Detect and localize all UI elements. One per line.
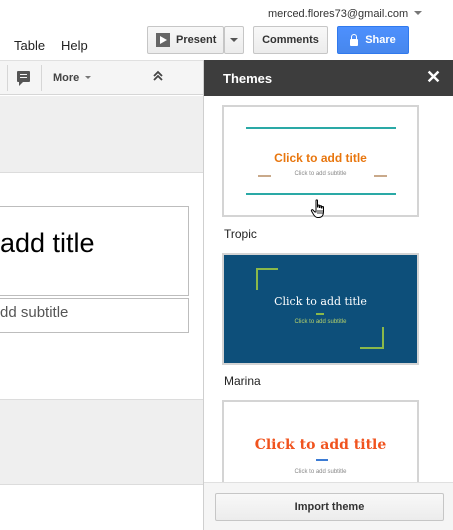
account-menu[interactable]: merced.flores73@gmail.com xyxy=(268,8,423,20)
more-menu-button[interactable]: More xyxy=(53,72,92,84)
theme-title-text: Click to add title xyxy=(274,295,367,308)
present-label: Present xyxy=(176,34,217,46)
theme-name-marina: Marina xyxy=(224,374,261,388)
caret-down-icon xyxy=(414,11,423,15)
comments-button[interactable]: Comments xyxy=(253,26,328,54)
theme-title-text: Click to add title xyxy=(254,437,387,453)
caret-down-icon xyxy=(85,76,92,79)
more-label: More xyxy=(53,72,80,84)
menu-help[interactable]: Help xyxy=(61,38,88,53)
close-icon[interactable]: ✕ xyxy=(426,68,441,86)
present-dropdown-button[interactable] xyxy=(224,26,244,54)
comments-label: Comments xyxy=(262,34,319,46)
share-button[interactable]: Share xyxy=(337,26,409,54)
speaker-notes[interactable] xyxy=(0,484,203,530)
toolbar: More xyxy=(0,60,203,95)
theme-subtitle-text: Click to add subtitle xyxy=(294,469,347,475)
themes-panel-footer: Import theme xyxy=(204,482,453,530)
comment-icon[interactable] xyxy=(17,71,30,86)
themes-panel-title: Themes xyxy=(223,71,273,86)
theme-dash xyxy=(374,175,387,177)
toolbar-divider xyxy=(7,65,8,91)
menu-table[interactable]: Table xyxy=(14,38,45,53)
theme-corner xyxy=(360,327,384,349)
theme-thumbnail-3[interactable]: Click to add title Click to add subtitle xyxy=(222,400,419,490)
slide-subtitle-text: dd subtitle xyxy=(0,304,69,321)
themes-panel-header: Themes ✕ xyxy=(204,60,453,96)
caret-down-icon xyxy=(230,38,238,42)
theme-dash xyxy=(316,459,328,461)
theme-line xyxy=(246,193,396,195)
theme-subtitle-text: Click to add subtitle xyxy=(294,171,347,177)
collapse-icon[interactable] xyxy=(150,70,166,86)
theme-subtitle-text: Click to add subtitle xyxy=(294,319,347,325)
theme-line xyxy=(246,127,396,129)
theme-thumbnail-marina[interactable]: Click to add title Click to add subtitle xyxy=(222,253,419,365)
play-icon xyxy=(156,33,170,47)
account-email: merced.flores73@gmail.com xyxy=(268,8,409,20)
themes-panel: Themes ✕ Click to add title Click to add… xyxy=(203,60,453,530)
share-label: Share xyxy=(365,34,396,46)
slide[interactable]: add title dd subtitle xyxy=(0,172,203,400)
toolbar-divider xyxy=(41,65,42,91)
lock-icon xyxy=(350,33,359,46)
slide-title-text: add title xyxy=(0,228,95,258)
hand-cursor-icon xyxy=(310,199,328,224)
theme-dash xyxy=(316,313,324,315)
theme-name-tropic: Tropic xyxy=(224,227,257,241)
theme-title-text: Click to add title xyxy=(274,151,367,165)
theme-corner xyxy=(256,268,278,290)
import-theme-button[interactable]: Import theme xyxy=(215,493,444,521)
import-theme-label: Import theme xyxy=(294,501,365,513)
present-button[interactable]: Present xyxy=(147,26,224,54)
